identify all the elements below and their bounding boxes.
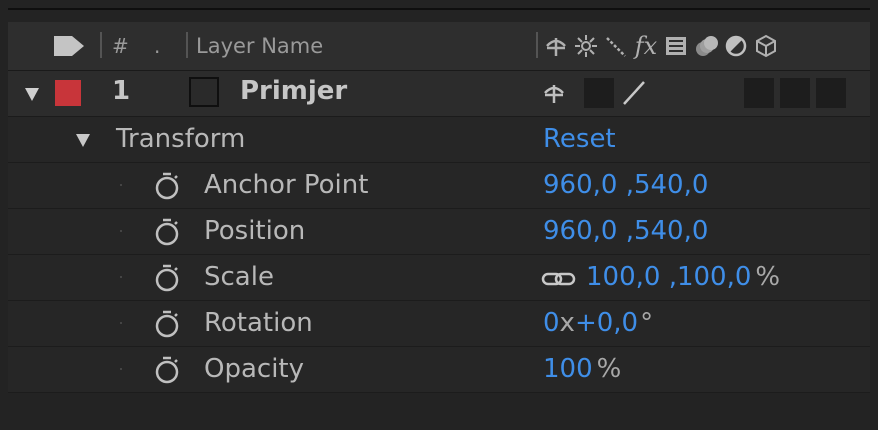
property-name: Opacity (204, 354, 305, 384)
stopwatch-icon[interactable] (153, 263, 181, 293)
layer-quality-switch-icon[interactable] (620, 79, 645, 105)
stopwatch-icon[interactable] (153, 171, 181, 201)
layer-name-column-header[interactable]: Layer Name (196, 34, 323, 58)
property-name: Rotation (204, 308, 313, 338)
layer-name[interactable]: Primjer (240, 76, 347, 106)
indent-dot (120, 230, 122, 232)
shy-icon[interactable] (544, 34, 568, 58)
3d-layer-icon[interactable] (754, 34, 778, 58)
property-row-rotation[interactable]: Rotation 0x+0,0° (8, 301, 870, 347)
frame-blend-icon[interactable] (664, 34, 688, 58)
transform-label: Transform (116, 124, 246, 154)
collapse-icon[interactable] (574, 34, 598, 58)
reset-link[interactable]: Reset (543, 124, 616, 154)
layer-motion-blur-switch[interactable] (744, 78, 774, 108)
rotation-revolutions[interactable]: 0 (543, 308, 560, 338)
layer-shy-switch-icon[interactable] (542, 81, 566, 105)
expand-layer-triangle-icon[interactable] (25, 88, 39, 101)
stopwatch-icon[interactable] (153, 309, 181, 339)
quality-icon[interactable] (604, 34, 628, 58)
transform-group-row[interactable]: Transform Reset (8, 117, 870, 163)
label-tag-icon[interactable] (52, 34, 86, 58)
layer-number: 1 (112, 76, 131, 106)
layer-source-icon (189, 77, 219, 107)
layer-adjustment-switch[interactable] (780, 78, 810, 108)
unit-label: % (755, 262, 781, 292)
constrain-proportions-link-icon[interactable] (541, 271, 577, 287)
expand-transform-triangle-icon[interactable] (76, 134, 90, 147)
revolutions-separator: x (559, 308, 575, 338)
indent-dot (120, 322, 122, 324)
property-value[interactable]: 960,0 ,540,0 (543, 170, 708, 200)
property-value[interactable]: 960,0 ,540,0 (543, 216, 708, 246)
dot-column-header: . (154, 34, 161, 58)
indent-dot (120, 368, 122, 370)
property-name: Position (204, 216, 306, 246)
fx-icon[interactable]: fx (634, 34, 658, 58)
property-row-opacity[interactable]: Opacity 100% (8, 347, 870, 393)
layer-label-color-swatch[interactable] (55, 80, 81, 106)
property-row-scale[interactable]: Scale 100,0 ,100,0% (8, 255, 870, 301)
timeline-header: # . Layer Name fx (8, 22, 870, 71)
property-row-position[interactable]: Position 960,0 ,540,0 (8, 209, 870, 255)
indent-dot (120, 276, 122, 278)
stopwatch-icon[interactable] (153, 217, 181, 247)
number-column-header[interactable]: # (112, 34, 129, 58)
header-separator (100, 32, 102, 58)
stopwatch-icon[interactable] (153, 355, 181, 385)
adjustment-icon[interactable] (724, 34, 748, 58)
property-value[interactable]: 100% (543, 354, 621, 384)
layer-row[interactable]: 1 Primjer (8, 71, 870, 117)
layer-3d-switch[interactable] (816, 78, 846, 108)
timeline-panel: # . Layer Name fx 1 Primjer Transform Re… (8, 8, 870, 426)
rotation-degrees[interactable]: +0,0 (575, 308, 638, 338)
indent-dot (120, 184, 122, 186)
property-row-anchor-point[interactable]: Anchor Point 960,0 ,540,0 (8, 163, 870, 209)
header-separator (186, 32, 188, 58)
property-name: Scale (204, 262, 274, 292)
layer-collapse-switch[interactable] (584, 78, 614, 108)
unit-label: ° (640, 308, 654, 338)
motion-blur-icon[interactable] (694, 34, 718, 58)
property-value[interactable]: 0x+0,0° (543, 308, 653, 338)
property-name: Anchor Point (204, 170, 369, 200)
header-separator (536, 32, 538, 58)
property-value[interactable]: 100,0 ,100,0% (586, 262, 780, 292)
unit-label: % (596, 354, 622, 384)
